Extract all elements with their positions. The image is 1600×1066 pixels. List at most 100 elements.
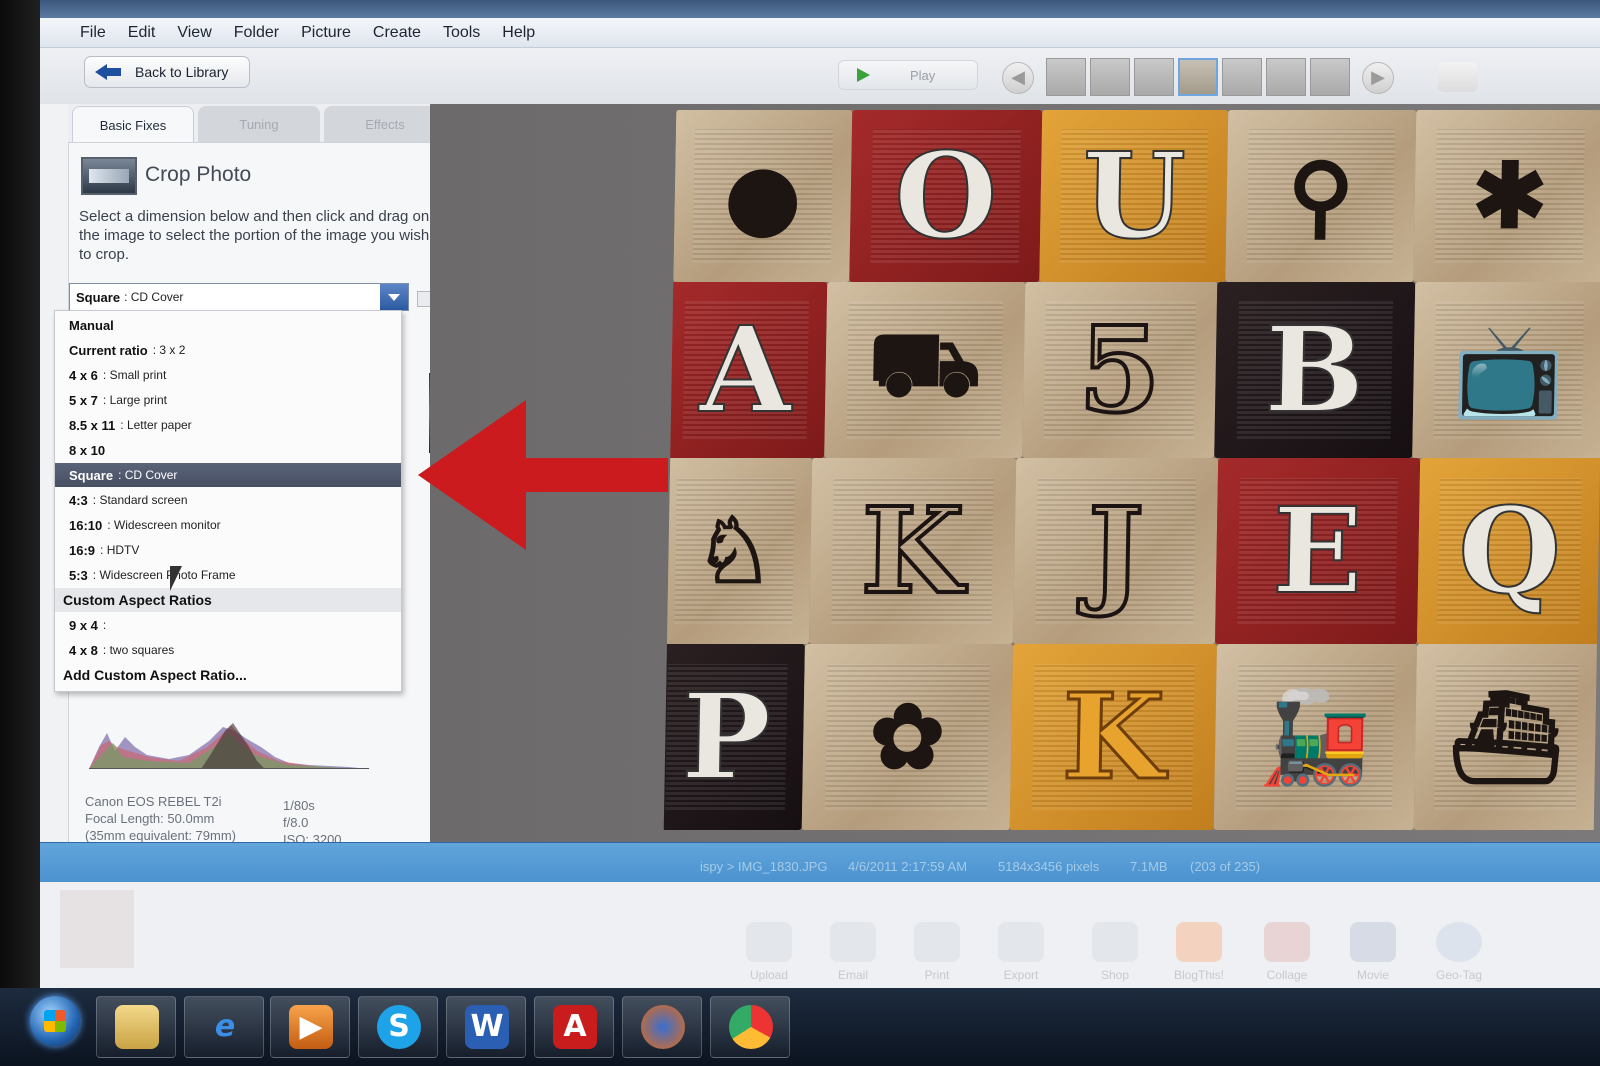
- status-file-size: 7.1MB: [1130, 859, 1168, 874]
- crop-instructions: Select a dimension below and then click …: [79, 208, 430, 263]
- annotation-arrow-icon: [418, 400, 668, 550]
- histogram: [89, 723, 369, 769]
- menu-folder[interactable]: Folder: [234, 24, 279, 42]
- taskbar-explorer[interactable]: [96, 996, 176, 1058]
- chevron-down-icon[interactable]: [380, 284, 408, 310]
- play-icon: [857, 68, 870, 82]
- shop-button[interactable]: Shop: [1080, 922, 1150, 982]
- blogger-icon: [1176, 922, 1222, 962]
- edit-panel: Basic Fixes Tuning Effects Crop Photo Se…: [54, 104, 446, 887]
- email-icon: [830, 922, 876, 962]
- photo-alphabet-blocks[interactable]: ● O U ⚲ ✱ A ⛟ 5 B 📺 ♘ K J E Q P ✿ K 🚂 ⛴: [663, 110, 1600, 830]
- option-4x8[interactable]: 4 x 8: two squares: [55, 638, 401, 662]
- filmstrip-thumbnail[interactable]: [1222, 58, 1262, 96]
- play-button[interactable]: Play: [838, 60, 978, 90]
- start-button-icon[interactable]: [30, 996, 80, 1046]
- taskbar-internet-explorer[interactable]: e: [184, 996, 264, 1058]
- aspect-ratio-select[interactable]: Square : CD Cover: [69, 283, 409, 311]
- next-photo-icon[interactable]: ▶: [1362, 62, 1394, 94]
- block-boat: ⛴: [1413, 644, 1599, 830]
- taskbar-skype[interactable]: S: [358, 996, 438, 1058]
- tab-basic-fixes[interactable]: Basic Fixes: [72, 106, 194, 142]
- filmstrip-thumbnail[interactable]: [1046, 58, 1086, 96]
- filmstrip-thumbnail[interactable]: [1310, 58, 1350, 96]
- blogthis-button[interactable]: BlogThis!: [1164, 922, 1234, 982]
- filmstrip-thumbnail-selected[interactable]: [1178, 58, 1218, 96]
- exif-focal-length: Focal Length: 50.0mm: [85, 811, 215, 826]
- option-square-selected[interactable]: Square: CD Cover: [55, 463, 401, 487]
- filmstrip-thumbnail[interactable]: [1134, 58, 1174, 96]
- email-button[interactable]: Email: [818, 922, 888, 982]
- block-letter: B: [1214, 282, 1416, 458]
- exif-shutter: 1/80s: [283, 798, 315, 813]
- option-8x10[interactable]: 8 x 10: [55, 438, 401, 462]
- skype-icon: S: [377, 1005, 421, 1049]
- geo-tag-button[interactable]: Geo-Tag: [1424, 922, 1494, 982]
- previous-photo-icon[interactable]: ◀: [1002, 62, 1034, 94]
- menu-view[interactable]: View: [177, 24, 211, 42]
- menu-help[interactable]: Help: [502, 24, 535, 42]
- print-button[interactable]: Print: [902, 922, 972, 982]
- status-date: 4/6/2011 2:17:59 AM: [848, 859, 968, 874]
- back-to-library-label: Back to Library: [135, 64, 229, 80]
- shop-icon: [1092, 922, 1138, 962]
- option-5x7[interactable]: 5 x 7: Large print: [55, 388, 401, 412]
- picasa-icon: [729, 1005, 773, 1049]
- option-4x6[interactable]: 4 x 6: Small print: [55, 363, 401, 387]
- exif-aperture: f/8.0: [283, 815, 309, 830]
- crop-title: Crop Photo: [145, 163, 252, 186]
- select-value-sub: : CD Cover: [124, 290, 184, 304]
- block-rattle: ⚲: [1225, 110, 1417, 282]
- printer-icon: [914, 922, 960, 962]
- exif-info-left: Canon EOS REBEL T2i Focal Length: 50.0mm…: [85, 793, 236, 844]
- upload-icon: [746, 922, 792, 962]
- media-player-icon: ▶: [289, 1005, 333, 1049]
- option-16-10[interactable]: 16:10: Widescreen monitor: [55, 513, 401, 537]
- tab-tuning[interactable]: Tuning: [198, 106, 320, 142]
- flag-icon[interactable]: [1438, 62, 1478, 92]
- firefox-icon: [641, 1005, 685, 1049]
- title-bar: [40, 0, 1600, 18]
- option-9x4[interactable]: 9 x 4:: [55, 613, 401, 637]
- block-letter: E: [1214, 458, 1421, 644]
- taskbar-word[interactable]: W: [446, 996, 526, 1058]
- add-custom-ratio-option[interactable]: Add Custom Aspect Ratio...: [55, 663, 401, 687]
- option-current-ratio[interactable]: Current ratio: 3 x 2: [55, 338, 401, 362]
- menu-file[interactable]: File: [80, 24, 106, 42]
- back-to-library-button[interactable]: Back to Library: [84, 56, 250, 88]
- block-letter: K: [808, 458, 1017, 644]
- block-letter: J: [1012, 458, 1219, 644]
- option-5-3[interactable]: 5:3: Widescreen Photo Frame: [55, 563, 401, 587]
- folder-icon: [998, 922, 1044, 962]
- taskbar-picasa[interactable]: [710, 996, 790, 1058]
- block-letter: O: [849, 110, 1043, 282]
- option-4-3[interactable]: 4:3: Standard screen: [55, 488, 401, 512]
- taskbar-media-player[interactable]: ▶: [270, 996, 350, 1058]
- block-letter: P: [663, 644, 805, 830]
- movie-icon: [1350, 922, 1396, 962]
- tab-effects[interactable]: Effects: [324, 106, 446, 142]
- menu-edit[interactable]: Edit: [128, 24, 156, 42]
- tray-thumbnail[interactable]: [60, 890, 134, 968]
- menu-picture[interactable]: Picture: [301, 24, 351, 42]
- toolbar: Back to Library Play ◀ ▶: [40, 48, 1600, 104]
- block-letter: Q: [1416, 458, 1600, 644]
- option-8-5x11[interactable]: 8.5 x 11: Letter paper: [55, 413, 401, 437]
- collage-button[interactable]: Collage: [1252, 922, 1322, 982]
- photo-tray: Upload Email Print Export Shop BlogThis!…: [40, 882, 1600, 1000]
- filmstrip-thumbnail[interactable]: [1090, 58, 1130, 96]
- taskbar-firefox[interactable]: [622, 996, 702, 1058]
- upload-button[interactable]: Upload: [734, 922, 804, 982]
- screen: File Edit View Folder Picture Create Too…: [0, 0, 1600, 1066]
- menu-create[interactable]: Create: [373, 24, 421, 42]
- block-tv: 📺: [1412, 282, 1600, 458]
- option-manual[interactable]: Manual: [55, 313, 401, 337]
- taskbar-acrobat[interactable]: A: [534, 996, 614, 1058]
- option-16-9[interactable]: 16:9: HDTV: [55, 538, 401, 562]
- movie-button[interactable]: Movie: [1338, 922, 1408, 982]
- export-button[interactable]: Export: [986, 922, 1056, 982]
- filmstrip-thumbnail[interactable]: [1266, 58, 1306, 96]
- block-train: 🚂: [1213, 644, 1417, 830]
- menu-tools[interactable]: Tools: [443, 24, 480, 42]
- status-bar: ispy > IMG_1830.JPG 4/6/2011 2:17:59 AM …: [40, 842, 1600, 882]
